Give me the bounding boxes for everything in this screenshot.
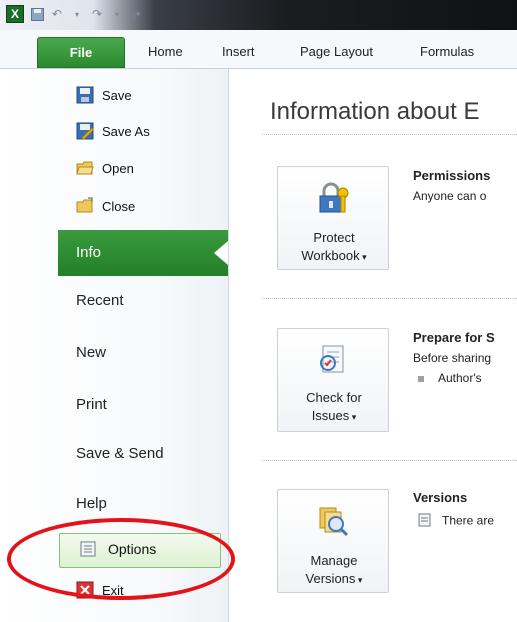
protect-label-line2: Workbook ▾ (301, 248, 367, 263)
version-document-icon (418, 513, 432, 530)
prepare-text: Before sharing (413, 351, 492, 365)
permissions-text: Anyone can o (413, 189, 487, 203)
check-label-line1: Check for (306, 390, 362, 405)
permissions-title: Permissions (413, 168, 491, 183)
versions-title: Versions (413, 490, 468, 505)
divider (262, 460, 517, 461)
page-title: Information about E (270, 98, 480, 125)
manage-label-line2: Versions ▾ (305, 571, 363, 586)
prepare-title: Prepare for S (413, 330, 495, 345)
bullet-icon (418, 375, 424, 382)
divider (262, 134, 517, 135)
lock-key-icon (316, 181, 350, 215)
manage-versions-button[interactable]: Manage Versions ▾ (277, 489, 389, 593)
check-label-line2: Issues ▾ (311, 408, 357, 423)
author-bullet: Author's (418, 371, 482, 385)
check-for-issues-button[interactable]: Check for Issues ▾ (277, 328, 389, 432)
protect-workbook-button[interactable]: Protect Workbook ▾ (277, 166, 389, 270)
versions-icon (316, 504, 350, 538)
divider (262, 298, 517, 299)
check-document-icon (316, 343, 350, 377)
versions-text: There are (418, 513, 494, 530)
protect-label-line1: Protect (313, 230, 355, 245)
manage-label-line1: Manage (310, 553, 358, 568)
info-content-area: Information about E Protect Workbook ▾ P… (0, 0, 517, 622)
